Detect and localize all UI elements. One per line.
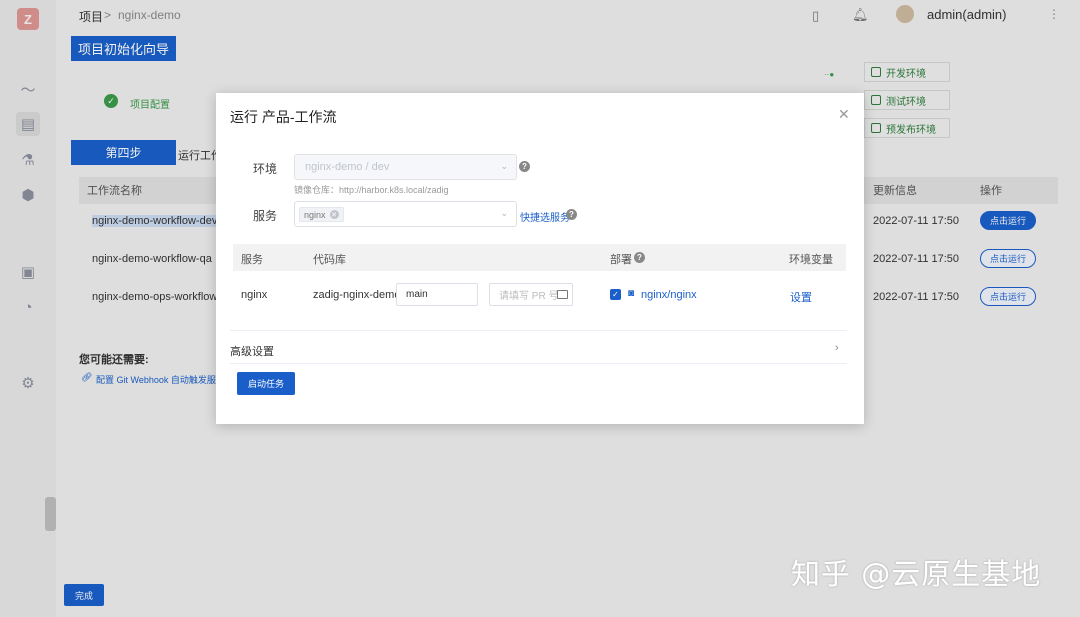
deploy-checkbox[interactable]: ✓	[610, 289, 621, 300]
service-select[interactable]: nginx ✕ ⌄	[294, 201, 517, 227]
chevron-down-icon: ⌄	[500, 208, 508, 218]
service-name: nginx	[241, 289, 268, 301]
deploy-target: nginx/nginx	[641, 289, 697, 301]
help-icon[interactable]: ?	[634, 252, 645, 263]
divider	[230, 363, 847, 364]
env-select: nginx-demo / dev ⌄	[294, 154, 517, 180]
service-label: 服务	[253, 209, 278, 223]
help-icon[interactable]: ?	[519, 161, 530, 172]
chevron-right-icon[interactable]: ›	[835, 342, 839, 354]
pr-placeholder: 请填写 PR 号	[499, 291, 559, 302]
chevron-down-icon: ⌄	[500, 161, 508, 171]
col-repo: 代码库	[313, 254, 346, 266]
pr-input[interactable]: 请填写 PR 号	[489, 283, 573, 306]
col-deploy: 部署	[610, 254, 632, 266]
close-icon[interactable]: ✕	[838, 106, 850, 123]
env-label: 环境	[253, 162, 278, 176]
run-workflow-dialog: 运行 产品-工作流 ✕ 环境 nginx-demo / dev ⌄ ? 镜像仓库…	[216, 93, 864, 424]
tag-close-icon[interactable]: ✕	[329, 210, 339, 219]
service-tag: nginx ✕	[299, 207, 344, 222]
registry-hint: 镜像仓库：http://harbor.k8s.local/zadig	[294, 185, 449, 195]
start-task-button[interactable]: 启动任务	[237, 372, 295, 395]
dialog-title: 运行 产品-工作流	[230, 109, 337, 125]
divider	[230, 330, 847, 331]
branch-input[interactable]: main	[396, 283, 478, 306]
advanced-settings[interactable]: 高级设置	[230, 343, 274, 359]
col-env-vars: 环境变量	[789, 254, 833, 266]
quick-select-link[interactable]: 快捷选服务	[520, 209, 570, 224]
service-tag-label: nginx	[304, 209, 326, 220]
env-vars-link[interactable]: 设置	[790, 289, 812, 305]
keyboard-icon	[557, 290, 568, 299]
watermark: 知乎 @云原生基地	[791, 557, 1042, 591]
help-icon[interactable]: ?	[566, 209, 577, 220]
env-select-value: nginx-demo / dev	[305, 161, 390, 173]
repo-name: zadig-nginx-demo	[313, 289, 401, 301]
container-icon: ◙	[628, 288, 635, 299]
col-service: 服务	[241, 254, 263, 266]
